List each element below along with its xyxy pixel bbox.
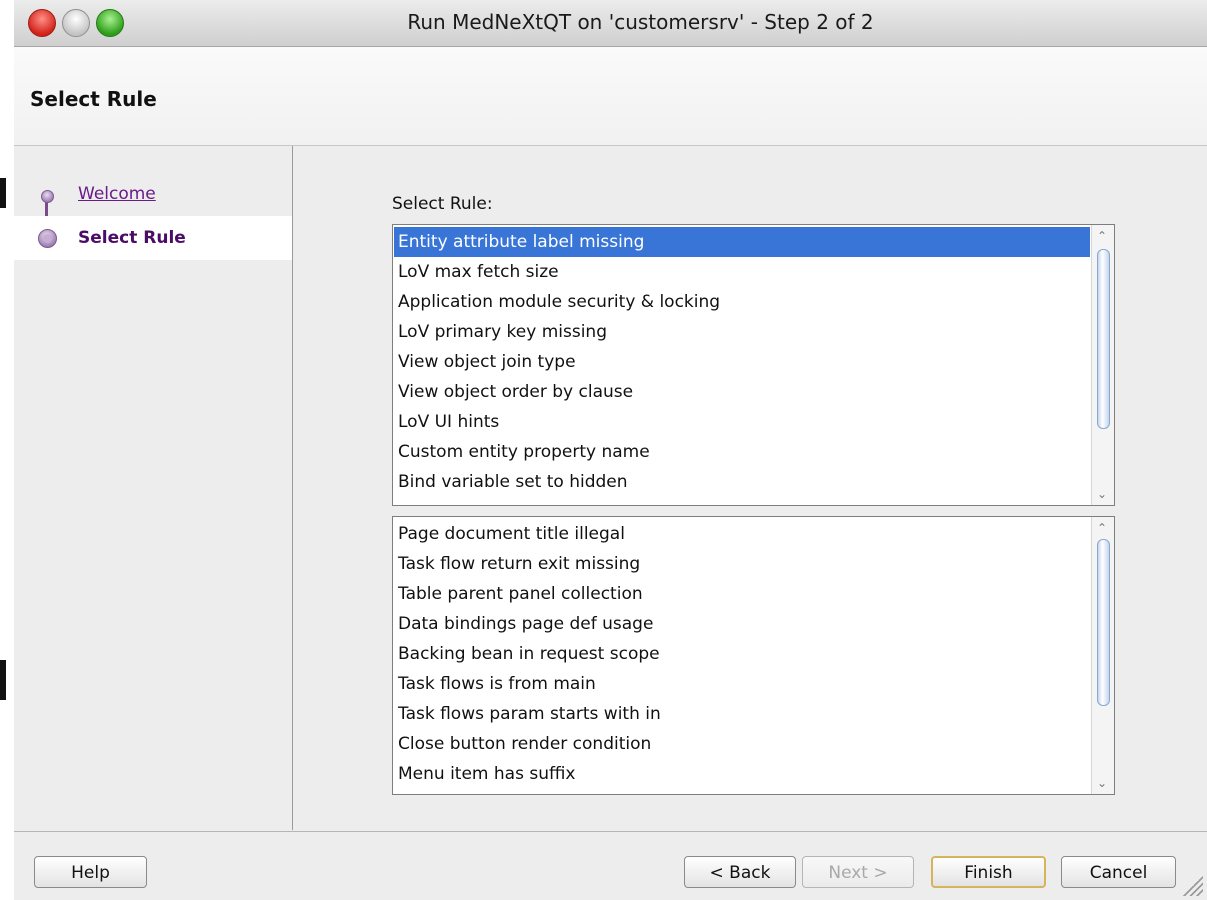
vertical-scrollbar[interactable]: ⌃ ⌄ xyxy=(1091,225,1114,505)
step-welcome-link[interactable]: Welcome xyxy=(78,184,156,204)
cancel-button[interactable]: Cancel xyxy=(1061,856,1176,888)
background-fragment xyxy=(0,178,6,208)
wizard-header: Select Rule xyxy=(14,47,1207,146)
rule-list-item[interactable]: Menu item has suffix xyxy=(394,759,1090,789)
scrollbar-thumb[interactable] xyxy=(1097,249,1110,429)
rule-list-item[interactable]: Custom entity property name xyxy=(394,437,1090,467)
rule-list-item[interactable]: Task flows param starts with in xyxy=(394,699,1090,729)
scroll-up-arrow-icon[interactable]: ⌃ xyxy=(1097,230,1107,242)
rule-list-primary[interactable]: Entity attribute label missing LoV max f… xyxy=(392,224,1115,506)
rule-list-item[interactable]: LoV UI hints xyxy=(394,407,1090,437)
step-item-select-rule[interactable]: Select Rule xyxy=(14,216,292,260)
rule-list-item[interactable]: Bind variable set to hidden xyxy=(394,467,1090,497)
back-button[interactable]: < Back xyxy=(684,856,796,888)
scroll-down-arrow-icon[interactable]: ⌄ xyxy=(1097,777,1107,789)
scroll-up-arrow-icon[interactable]: ⌃ xyxy=(1097,522,1107,534)
rule-list-item[interactable]: Close button render condition xyxy=(394,729,1090,759)
scrollbar-thumb[interactable] xyxy=(1097,539,1110,706)
step-current-dot-icon xyxy=(38,229,57,248)
page-title: Select Rule xyxy=(30,87,157,111)
rule-list-item[interactable]: Entity attribute label missing xyxy=(394,227,1090,257)
step-dot-icon xyxy=(41,190,54,203)
wizard-window: Run MedNeXtQT on 'customersrv' - Step 2 … xyxy=(14,0,1207,900)
vertical-scrollbar[interactable]: ⌃ ⌄ xyxy=(1091,517,1114,794)
rule-list-item[interactable]: Table parent panel collection xyxy=(394,579,1090,609)
finish-button[interactable]: Finish xyxy=(931,856,1046,888)
rule-list-item[interactable]: Task flows is from main xyxy=(394,669,1090,699)
wizard-footer: Help < Back Next > Finish Cancel xyxy=(14,831,1207,900)
background-fragment xyxy=(0,660,6,700)
rule-list-item[interactable]: Backing bean in request scope xyxy=(394,639,1090,669)
rule-list-item[interactable]: Page document title illegal xyxy=(394,519,1090,549)
rule-list-item[interactable]: View object join type xyxy=(394,347,1090,377)
desktop-background xyxy=(0,0,14,899)
select-rule-label: Select Rule: xyxy=(392,194,493,214)
rule-list-item[interactable]: Task flow return exit missing xyxy=(394,549,1090,579)
rule-list-item[interactable]: View object order by clause xyxy=(394,377,1090,407)
rule-list-item[interactable]: LoV max fetch size xyxy=(394,257,1090,287)
help-button[interactable]: Help xyxy=(34,856,147,888)
rule-list-item[interactable]: LoV primary key missing xyxy=(394,317,1090,347)
rule-list-item[interactable]: Data bindings page def usage xyxy=(394,609,1090,639)
resize-grip-icon[interactable] xyxy=(1183,876,1203,896)
rule-list-item[interactable]: Application module security & locking xyxy=(394,287,1090,317)
next-button[interactable]: Next > xyxy=(802,856,914,888)
rule-list-secondary[interactable]: Page document title illegal Task flow re… xyxy=(392,516,1115,795)
step-select-rule-label: Select Rule xyxy=(78,228,186,248)
step-item-welcome[interactable]: Welcome xyxy=(14,176,292,220)
title-bar[interactable]: Run MedNeXtQT on 'customersrv' - Step 2 … xyxy=(14,0,1207,47)
wizard-steps-sidebar: Welcome Select Rule xyxy=(14,146,293,830)
scroll-down-arrow-icon[interactable]: ⌄ xyxy=(1097,488,1107,500)
window-title: Run MedNeXtQT on 'customersrv' - Step 2 … xyxy=(407,10,874,34)
